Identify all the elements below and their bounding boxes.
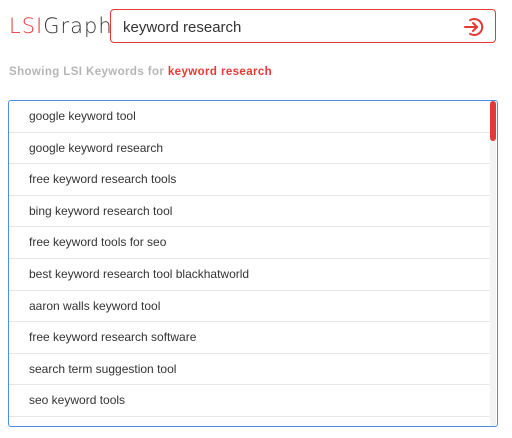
list-item[interactable]: free keyword research tools [9,164,492,196]
list-item[interactable]: free keyword research software [9,322,492,354]
list-item[interactable]: search term suggestion tool [9,354,492,386]
scrollbar[interactable] [490,101,496,426]
logo: LSIGraph [9,12,113,40]
arrow-circle-icon [464,18,484,36]
list-item[interactable]: best keyword research tool blackhatworld [9,259,492,291]
list-item[interactable]: aaron walls keyword tool [9,291,492,323]
logo-graph: Graph [43,14,113,38]
results-items: google keyword tool google keyword resear… [9,101,492,417]
logo-lsi: LSI [9,14,44,38]
list-item[interactable]: free keyword tools for seo [9,227,492,259]
results-subtitle: Showing LSI Keywords for keyword researc… [9,66,272,78]
list-item[interactable]: google keyword tool [9,101,492,133]
list-item[interactable]: google keyword research [9,133,492,165]
subtitle-prefix: Showing LSI Keywords for [9,66,165,78]
search-input[interactable] [123,17,443,37]
list-item[interactable]: seo keyword tools [9,385,492,417]
results-list: google keyword tool google keyword resear… [8,100,498,427]
search-button[interactable] [463,16,485,38]
list-item[interactable]: bing keyword research tool [9,196,492,228]
search-box [110,9,496,43]
scroll-thumb[interactable] [490,101,496,141]
subtitle-query: keyword research [167,66,273,78]
